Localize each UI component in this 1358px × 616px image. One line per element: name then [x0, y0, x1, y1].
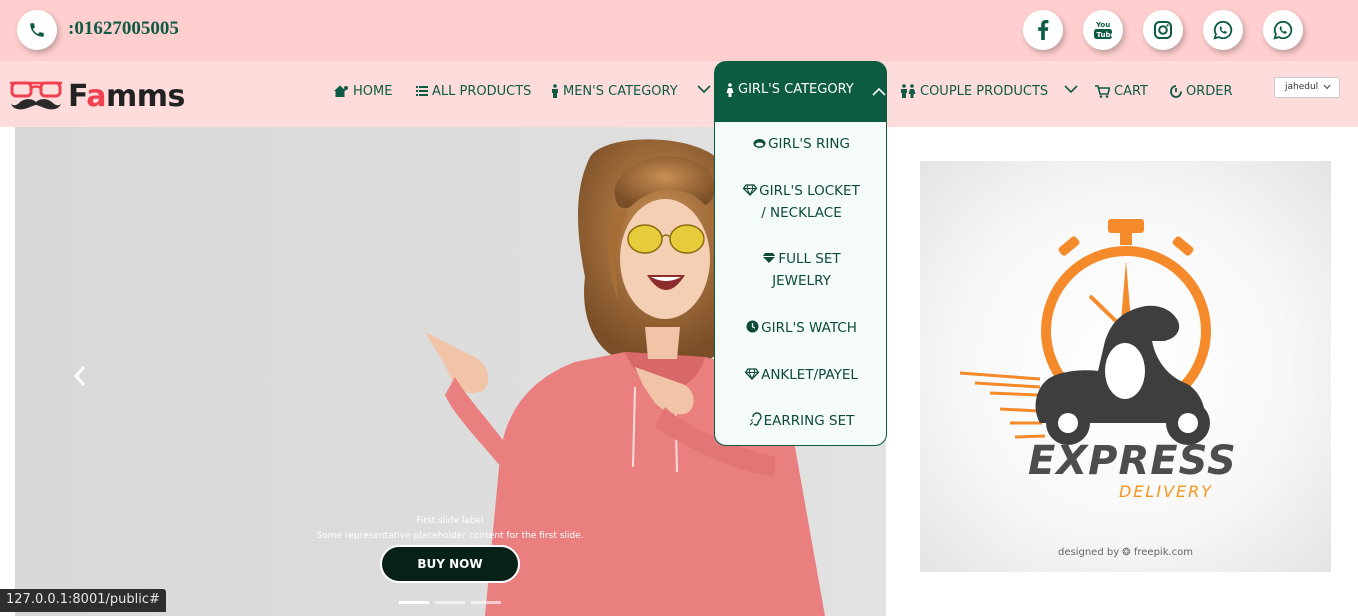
- nav-girls-category-label: GIRL'S CATEGORY: [738, 82, 854, 97]
- nav-girls-category-content: GIRL'S CATEGORY: [726, 82, 854, 97]
- slide-caption-title: First slide label: [416, 516, 484, 526]
- whatsapp-button-1[interactable]: [1203, 10, 1243, 50]
- clock-icon: [746, 320, 759, 333]
- list-icon: [416, 86, 428, 96]
- couple-icon: [901, 84, 916, 98]
- phone-button[interactable]: [17, 10, 57, 50]
- ear-icon: [749, 412, 762, 426]
- facebook-button[interactable]: [1023, 10, 1063, 50]
- main-navbar: [0, 61, 1358, 127]
- browser-status-url: 127.0.0.1:8001/public#: [0, 589, 166, 612]
- gem-icon: [744, 368, 760, 381]
- chevron-down-icon: [1323, 84, 1331, 90]
- logo-wordmark: Famms: [68, 78, 185, 114]
- nav-couple-products-label: COUPLE PRODUCTS: [920, 83, 1049, 99]
- nav-cart-label: CART: [1114, 83, 1148, 99]
- female-icon: [726, 82, 734, 97]
- gem-icon: [762, 253, 776, 263]
- nav-home-label: HOME: [353, 83, 393, 99]
- delivery-subtitle: DELIVERY: [1119, 482, 1214, 501]
- delivery-scooter-stopwatch-icon: [959, 219, 1211, 445]
- delivery-title: EXPRESS: [1028, 438, 1237, 484]
- carousel-prev-icon[interactable]: [72, 364, 88, 388]
- carousel-indicator-1[interactable]: [399, 601, 429, 604]
- nav-cart[interactable]: CART: [1095, 82, 1148, 100]
- dropdown-item-girls-ring[interactable]: GIRL'S RING: [715, 133, 888, 155]
- whatsapp-icon: [1273, 20, 1293, 40]
- carousel-indicator-2[interactable]: [435, 601, 465, 604]
- dropdown-item-earring-set[interactable]: EARRING SET: [715, 410, 888, 432]
- user-name: jahedul: [1285, 82, 1319, 92]
- phone-icon: [30, 23, 44, 37]
- instagram-button[interactable]: [1143, 10, 1183, 50]
- chevron-down-icon[interactable]: [697, 84, 711, 94]
- nav-order-label: ORDER: [1186, 83, 1233, 99]
- facebook-icon: [1038, 20, 1049, 40]
- user-dropdown[interactable]: jahedul: [1274, 77, 1340, 98]
- gem-icon: [742, 184, 758, 197]
- chevron-up-icon[interactable]: [872, 87, 886, 97]
- svg-text:Tube: Tube: [1097, 31, 1114, 39]
- ring-icon: [753, 139, 766, 148]
- nav-all-products-label: ALL PRODUCTS: [432, 83, 532, 99]
- nav-home[interactable]: HOME: [333, 82, 392, 100]
- youtube-icon: You Tube: [1094, 21, 1114, 39]
- express-delivery-banner: [920, 161, 1331, 572]
- dropdown-item-girls-locket[interactable]: GIRL'S LOCKET / NECKLACE: [715, 180, 888, 224]
- carousel-indicator-3[interactable]: [471, 601, 501, 604]
- freepik-credit: designed by ❂ freepik.com: [1058, 547, 1194, 558]
- phone-number[interactable]: :01627005005: [68, 18, 179, 40]
- nav-girls-category[interactable]: GIRL'S CATEGORY: [714, 61, 887, 122]
- whatsapp-button-2[interactable]: [1263, 10, 1303, 50]
- dropdown-item-anklet-payel[interactable]: ANKLET/PAYEL: [715, 364, 888, 386]
- svg-text:You: You: [1095, 21, 1110, 29]
- nav-all-products[interactable]: ALL PRODUCTS: [416, 82, 531, 100]
- cart-icon: [1095, 84, 1110, 98]
- site-logo[interactable]: Famms: [8, 78, 185, 114]
- girls-category-dropdown: GIRL'S RING GIRL'S LOCKET / NECKLACE FULL…: [714, 122, 887, 446]
- nav-mens-category-label: MEN'S CATEGORY: [563, 83, 678, 99]
- instagram-icon: [1154, 21, 1172, 39]
- nav-mens-category[interactable]: MEN'S CATEGORY: [551, 82, 678, 100]
- nav-couple-products[interactable]: COUPLE PRODUCTS: [900, 82, 1048, 100]
- order-icon: [1170, 84, 1182, 98]
- dropdown-item-girls-watch[interactable]: GIRL'S WATCH: [715, 317, 888, 339]
- whatsapp-icon: [1213, 20, 1233, 40]
- house-user-icon: [334, 85, 348, 97]
- buy-now-button[interactable]: BUY NOW: [380, 545, 520, 583]
- dropdown-item-full-set-jewelry[interactable]: FULL SET JEWELRY: [715, 248, 888, 292]
- male-icon: [552, 84, 558, 98]
- chevron-down-icon[interactable]: [1064, 84, 1078, 94]
- glasses-mustache-icon: [10, 81, 62, 110]
- slide-caption-text: Some representative placeholder content …: [316, 531, 584, 541]
- youtube-button[interactable]: You Tube: [1083, 10, 1123, 50]
- nav-order[interactable]: ORDER: [1170, 82, 1233, 100]
